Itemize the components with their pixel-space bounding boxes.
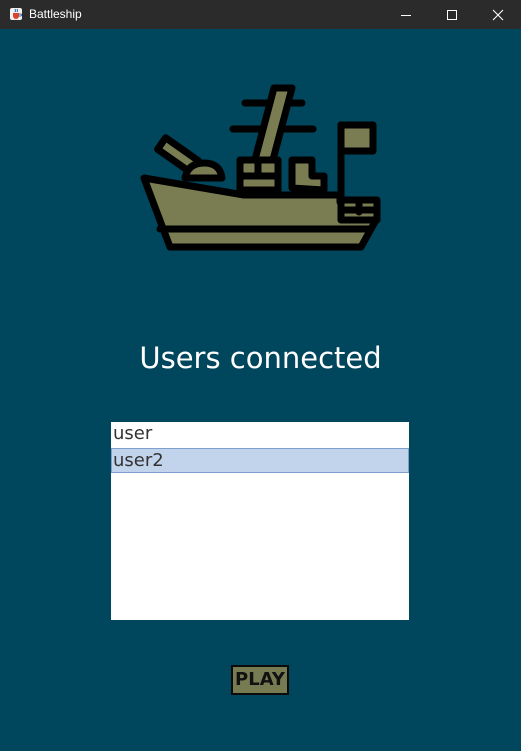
java-cup-icon [10,8,22,20]
minimize-button[interactable] [383,0,429,29]
user-list-item[interactable]: user [111,422,409,447]
window-title: Battleship [29,7,82,21]
title-bar: Battleship [0,0,521,29]
user-list[interactable]: user user2 [111,422,409,620]
minimize-icon [401,14,411,16]
close-icon [492,9,504,20]
play-button[interactable]: PLAY [231,665,289,695]
close-button[interactable] [475,0,521,29]
battleship-icon [140,84,381,251]
maximize-button[interactable] [429,0,475,29]
maximize-icon [447,9,457,20]
users-connected-heading: Users connected [139,341,382,375]
user-list-item-selected[interactable]: user2 [111,448,409,473]
